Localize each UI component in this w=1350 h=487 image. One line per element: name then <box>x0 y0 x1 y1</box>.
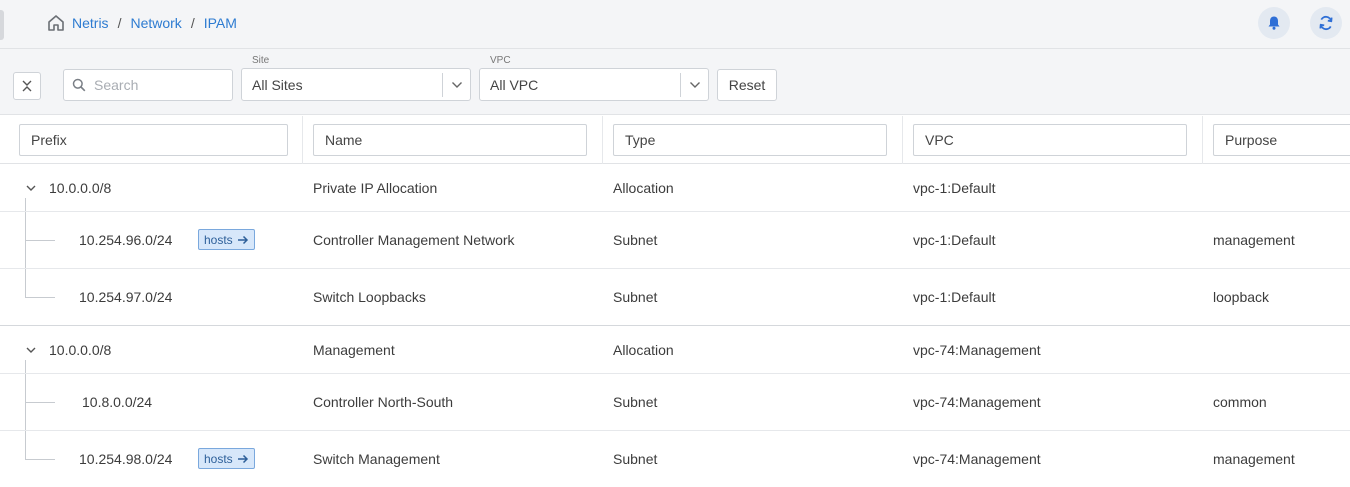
filter-bar: Site All Sites VPC All VPC Reset <box>0 49 1350 115</box>
home-icon[interactable] <box>46 13 66 33</box>
cell-vpc: vpc-74:Management <box>913 394 1041 410</box>
search-input[interactable] <box>94 77 224 93</box>
reset-button[interactable]: Reset <box>717 69 777 101</box>
hosts-label: hosts <box>204 451 233 466</box>
arrow-right-icon <box>237 235 248 244</box>
table-row[interactable]: 10.8.0.0/24 Controller North-South Subne… <box>0 374 1350 431</box>
collapse-icon <box>22 80 32 92</box>
cell-prefix: 10.0.0.0/8 <box>49 341 112 358</box>
cell-vpc: vpc-1:Default <box>913 289 996 305</box>
site-label: Site <box>252 55 270 66</box>
table-row[interactable]: 10.254.98.0/24 hosts Switch Management S… <box>0 431 1350 487</box>
cell-type: Allocation <box>613 179 674 196</box>
breadcrumb-ipam[interactable]: IPAM <box>204 15 237 31</box>
cell-prefix: 10.8.0.0/24 <box>82 394 153 410</box>
cell-name: Switch Loopbacks <box>313 289 426 305</box>
column-name: Name <box>302 116 602 164</box>
notifications-button[interactable] <box>1258 7 1290 39</box>
vpc-dropdown-toggle[interactable] <box>680 73 708 97</box>
column-purpose: Purpose <box>1202 116 1350 164</box>
table-row[interactable]: 10.0.0.0/8 Management Allocation vpc-74:… <box>0 326 1350 374</box>
table-row[interactable]: 10.254.97.0/24 Switch Loopbacks Subnet v… <box>0 269 1350 326</box>
arrow-right-icon <box>237 454 248 463</box>
hosts-label: hosts <box>204 232 233 247</box>
table-row[interactable]: 10.0.0.0/8 Private IP Allocation Allocat… <box>0 164 1350 212</box>
site-dropdown-toggle[interactable] <box>442 73 470 97</box>
column-prefix: Prefix <box>4 116 302 164</box>
column-filter-purpose[interactable]: Purpose <box>1213 124 1350 156</box>
cell-vpc: vpc-74:Management <box>913 451 1041 467</box>
column-filter-type[interactable]: Type <box>613 124 887 156</box>
cell-vpc: vpc-1:Default <box>913 232 996 248</box>
ipam-table: Prefix Name Type VPC Purpose 10.0.0.0/8 … <box>0 116 1350 487</box>
hosts-button[interactable]: hosts <box>198 229 255 250</box>
breadcrumb-netris[interactable]: Netris <box>72 15 109 31</box>
refresh-button[interactable] <box>1310 7 1342 39</box>
cell-purpose: common <box>1213 394 1267 410</box>
cell-type: Subnet <box>613 394 658 410</box>
cell-name: Controller Management Network <box>313 232 515 248</box>
vpc-value: All VPC <box>490 77 539 93</box>
cell-prefix: 10.254.98.0/24 <box>79 451 173 467</box>
cell-name: Management <box>313 341 395 358</box>
breadcrumb-network[interactable]: Network <box>130 15 181 31</box>
top-bar: Netris / Network / IPAM <box>0 0 1350 49</box>
chevron-down-icon[interactable] <box>24 181 38 195</box>
table-row[interactable]: 10.254.96.0/24 hosts Controller Manageme… <box>0 212 1350 269</box>
cell-type: Subnet <box>613 451 658 467</box>
cell-vpc: vpc-74:Management <box>913 341 1041 358</box>
cell-type: Allocation <box>613 341 674 358</box>
vpc-label: VPC <box>490 55 511 66</box>
search-box[interactable] <box>63 69 233 101</box>
bell-icon <box>1268 16 1280 30</box>
cell-type: Subnet <box>613 232 658 248</box>
cell-purpose: management <box>1213 451 1295 467</box>
cell-prefix: 10.254.96.0/24 <box>79 232 173 248</box>
cell-purpose: management <box>1213 232 1295 248</box>
breadcrumb: Netris / Network / IPAM <box>46 12 237 34</box>
column-type: Type <box>602 116 902 164</box>
chevron-down-icon[interactable] <box>24 343 38 357</box>
column-vpc: VPC <box>902 116 1202 164</box>
chevron-down-icon <box>451 82 462 88</box>
cell-name: Switch Management <box>313 451 440 467</box>
cell-purpose: loopback <box>1213 289 1270 305</box>
breadcrumb-separator: / <box>190 15 195 31</box>
collapse-all-button[interactable] <box>13 72 41 100</box>
column-filter-name[interactable]: Name <box>313 124 587 156</box>
hosts-button[interactable]: hosts <box>198 448 255 469</box>
cell-type: Subnet <box>613 289 658 305</box>
cell-prefix: 10.254.97.0/24 <box>79 289 173 305</box>
breadcrumb-separator: / <box>117 15 122 31</box>
column-filter-prefix[interactable]: Prefix <box>19 124 288 156</box>
vpc-select[interactable]: VPC All VPC <box>479 55 709 101</box>
cell-vpc: vpc-1:Default <box>913 179 996 196</box>
search-icon <box>72 78 86 92</box>
site-select[interactable]: Site All Sites <box>241 55 471 101</box>
refresh-icon <box>1319 15 1333 31</box>
sidebar-handle[interactable] <box>0 10 4 40</box>
table-header: Prefix Name Type VPC Purpose <box>0 116 1350 164</box>
cell-name: Controller North-South <box>313 394 454 410</box>
cell-name: Private IP Allocation <box>313 179 438 196</box>
site-value: All Sites <box>252 77 303 93</box>
chevron-down-icon <box>689 82 700 88</box>
cell-prefix: 10.0.0.0/8 <box>49 179 112 196</box>
column-filter-vpc[interactable]: VPC <box>913 124 1187 156</box>
